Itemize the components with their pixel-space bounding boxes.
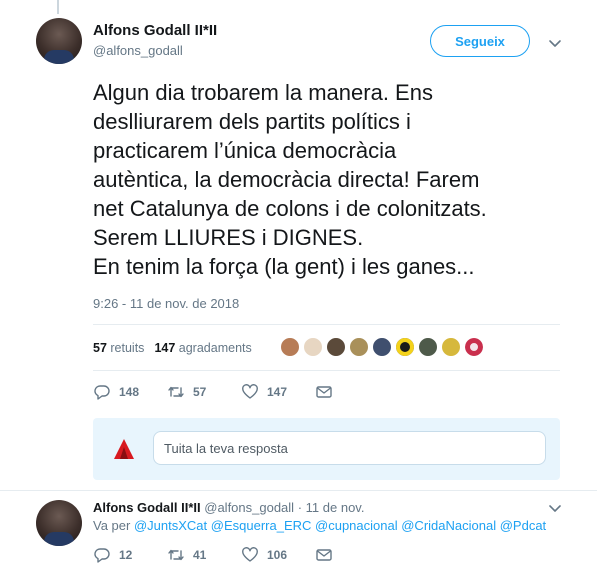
reply-actions: 12 41 106 — [93, 546, 389, 564]
divider — [93, 324, 560, 325]
tweet-actions: 148 57 147 — [93, 383, 389, 401]
follow-button[interactable]: Segueix — [430, 25, 530, 57]
retweet-count: 41 — [193, 548, 207, 562]
reply-separator: · — [297, 500, 303, 515]
liker-avatar[interactable] — [395, 337, 415, 357]
envelope-icon — [316, 549, 332, 561]
mention-link[interactable]: @Pdcat — [500, 518, 546, 533]
reply-icon — [94, 385, 110, 400]
likers-avatars — [280, 337, 484, 357]
envelope-icon — [316, 386, 332, 398]
tweet-timestamp[interactable]: 9:26 - 11 de nov. de 2018 — [93, 296, 239, 311]
reply-icon — [94, 548, 110, 563]
retweet-action[interactable]: 57 — [167, 383, 241, 401]
mention-link[interactable]: @JuntsXCat — [134, 518, 207, 533]
author-handle[interactable]: @alfons_godall — [93, 43, 183, 58]
divider — [93, 370, 560, 371]
retweet-count: 57 — [193, 385, 207, 399]
mention-link[interactable]: @CridaNacional — [401, 518, 496, 533]
reply-count: 12 — [119, 548, 133, 562]
engagement-stats: 57 retuits 147 agradaments — [93, 341, 252, 355]
liker-avatar[interactable] — [372, 337, 392, 357]
reply-text: Va per @JuntsXCat @Esquerra_ERC @cupnaci… — [93, 518, 546, 533]
reply-author-avatar[interactable] — [36, 500, 82, 546]
like-action[interactable]: 106 — [241, 546, 315, 564]
user-logo-icon — [114, 439, 134, 459]
like-action[interactable]: 147 — [241, 383, 315, 401]
reply-count: 148 — [119, 385, 140, 399]
reply-author-handle[interactable]: @alfons_godall — [204, 500, 294, 515]
chevron-down-icon[interactable] — [547, 500, 563, 516]
liker-avatar[interactable] — [464, 337, 484, 357]
chevron-down-icon[interactable] — [547, 35, 563, 51]
liker-avatar[interactable] — [441, 337, 461, 357]
reply-input[interactable]: Tuita la teva resposta — [153, 431, 546, 465]
reply-compose-area: Tuita la teva resposta — [93, 418, 560, 480]
liker-avatar[interactable] — [418, 337, 438, 357]
liker-avatar[interactable] — [349, 337, 369, 357]
retweet-icon — [168, 386, 184, 398]
author-avatar[interactable] — [36, 18, 82, 64]
author-name[interactable]: Alfons Godall II*II — [93, 22, 217, 39]
retweet-icon — [168, 549, 184, 561]
reply-action[interactable]: 12 — [93, 546, 167, 564]
mention-link[interactable]: @cupnacional — [315, 518, 398, 533]
divider — [0, 490, 597, 491]
like-count: 106 — [267, 548, 288, 562]
liker-avatar[interactable] — [326, 337, 346, 357]
like-count: 147 — [267, 385, 288, 399]
reply-date[interactable]: 11 de nov. — [306, 500, 365, 515]
thread-line — [57, 0, 59, 14]
likes-stat[interactable]: 147 agradaments — [154, 341, 251, 355]
retweet-action[interactable]: 41 — [167, 546, 241, 564]
tweet-text: Algun dia trobarem la manera. Ens deslli… — [93, 80, 487, 279]
message-action[interactable] — [315, 546, 389, 564]
mention-link[interactable]: @Esquerra_ERC — [211, 518, 312, 533]
heart-icon — [242, 384, 258, 399]
message-action[interactable] — [315, 383, 389, 401]
reply-action[interactable]: 148 — [93, 383, 167, 401]
retweets-stat[interactable]: 57 retuits — [93, 341, 144, 355]
reply-author-name[interactable]: Alfons Godall II*II — [93, 500, 201, 515]
heart-icon — [242, 547, 258, 562]
reply-header: Alfons Godall II*II @alfons_godall · 11 … — [93, 500, 364, 515]
liker-avatar[interactable] — [303, 337, 323, 357]
reply-prefix: Va per — [93, 518, 131, 533]
liker-avatar[interactable] — [280, 337, 300, 357]
